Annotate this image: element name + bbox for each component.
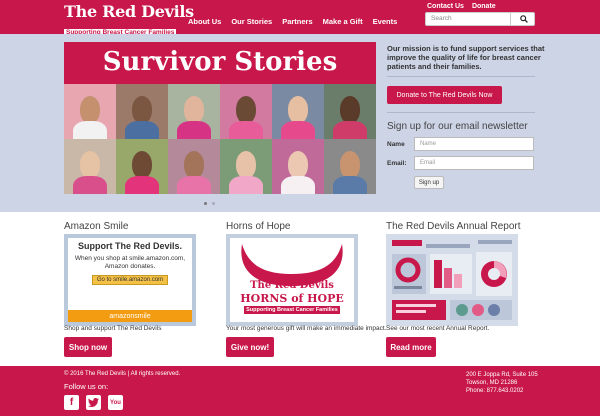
- read-more-button[interactable]: Read more: [386, 337, 436, 357]
- slide-dot[interactable]: [212, 202, 215, 205]
- facebook-icon[interactable]: f: [64, 395, 79, 410]
- site-footer: © 2016 The Red Devils | All rights reser…: [0, 366, 600, 416]
- amazon-heading: Support The Red Devils.: [77, 241, 182, 251]
- contact-us-link[interactable]: Contact Us: [427, 3, 464, 10]
- survivor-photo-collage: [64, 84, 376, 194]
- amazon-smile-title: Amazon Smile: [64, 221, 129, 232]
- horns-line2: HORNS of HOPE: [240, 292, 344, 305]
- horns-line1: The Red Devils: [250, 280, 334, 291]
- annual-report-image[interactable]: [386, 234, 518, 326]
- survivor-photo: [220, 84, 272, 139]
- site-header: The Red Devils Supporting Breast Cancer …: [0, 0, 600, 37]
- survivor-photo: [324, 139, 376, 194]
- survivor-photo: [324, 84, 376, 139]
- copyright: © 2016 The Red Devils | All rights reser…: [64, 371, 181, 377]
- shop-now-button[interactable]: Shop now: [64, 337, 112, 357]
- phone-line: Phone: 877.643.0202: [466, 388, 524, 394]
- amazon-go-button: Go to smile.amazon.com: [91, 275, 169, 285]
- nav-events[interactable]: Events: [373, 17, 398, 26]
- slide-dot-active[interactable]: [204, 202, 207, 205]
- give-now-button[interactable]: Give now!: [226, 337, 274, 357]
- follow-us-label: Follow us on:: [64, 382, 109, 391]
- nav-our-stories[interactable]: Our Stories: [231, 17, 272, 26]
- name-label: Name: [387, 141, 405, 148]
- survivor-photo: [272, 139, 324, 194]
- nav-partners[interactable]: Partners: [282, 17, 312, 26]
- annual-report-infographic-icon: [386, 234, 518, 326]
- nav-make-a-gift[interactable]: Make a Gift: [323, 17, 363, 26]
- annual-report-title: The Red Devils Annual Report: [386, 221, 521, 232]
- survivor-photo: [272, 84, 324, 139]
- logo-title: The Red Devils: [64, 2, 194, 21]
- main-nav: About Us Our Stories Partners Make a Gif…: [188, 17, 397, 26]
- footer-address: 200 E Joppa Rd, Suite 105 Towson, MD 212…: [466, 371, 538, 395]
- mission-statement: Our mission is to fund support services …: [387, 44, 545, 71]
- slide-pagination: [204, 202, 215, 205]
- horns-of-hope-title: Horns of Hope: [226, 221, 291, 232]
- divider: [387, 112, 535, 113]
- survivor-photo: [64, 84, 116, 139]
- amazon-smile-logo: amazonsmile: [68, 310, 192, 322]
- search-button[interactable]: [510, 12, 536, 26]
- twitter-icon[interactable]: [86, 395, 101, 410]
- amazon-body: When you shop at smile.amazon.com, Amazo…: [74, 255, 186, 270]
- donate-link[interactable]: Donate: [472, 3, 496, 10]
- newsletter-title: Sign up for our email newsletter: [387, 121, 528, 132]
- amazon-smile-image[interactable]: Support The Red Devils. When you shop at…: [64, 234, 196, 326]
- signup-button[interactable]: Sign up: [414, 176, 444, 189]
- youtube-icon[interactable]: You: [108, 395, 123, 410]
- nav-about-us[interactable]: About Us: [188, 17, 221, 26]
- amazon-smile-text: Shop and support The Red Devils: [64, 325, 162, 332]
- email-field[interactable]: Email: [414, 156, 534, 170]
- donate-now-button[interactable]: Donate to The Red Devils Now: [387, 86, 502, 104]
- survivor-stories-slide[interactable]: Survivor Stories: [64, 42, 376, 194]
- survivor-photo: [220, 139, 272, 194]
- address-line: Towson, MD 21286: [466, 380, 518, 386]
- survivor-photo: [116, 139, 168, 194]
- survivor-photo: [64, 139, 116, 194]
- divider: [387, 76, 535, 77]
- survivor-photo: [168, 139, 220, 194]
- survivor-photo: [168, 84, 220, 139]
- email-label: Email:: [387, 160, 407, 167]
- name-field[interactable]: Name: [414, 137, 534, 151]
- horns-of-hope-text: Your most generous gift will make an imm…: [226, 325, 387, 332]
- search-icon: [519, 15, 528, 23]
- top-links: Contact Us Donate: [427, 3, 496, 10]
- horns-line3: Supporting Breast Cancer Families: [244, 306, 340, 314]
- slide-title: Survivor Stories: [102, 47, 338, 77]
- annual-report-text: See our most recent Annual Report.: [386, 325, 490, 332]
- horns-of-hope-image[interactable]: The Red Devils HORNS of HOPE Supporting …: [226, 234, 358, 326]
- address-line: 200 E Joppa Rd, Suite 105: [466, 372, 538, 378]
- survivor-photo: [116, 84, 168, 139]
